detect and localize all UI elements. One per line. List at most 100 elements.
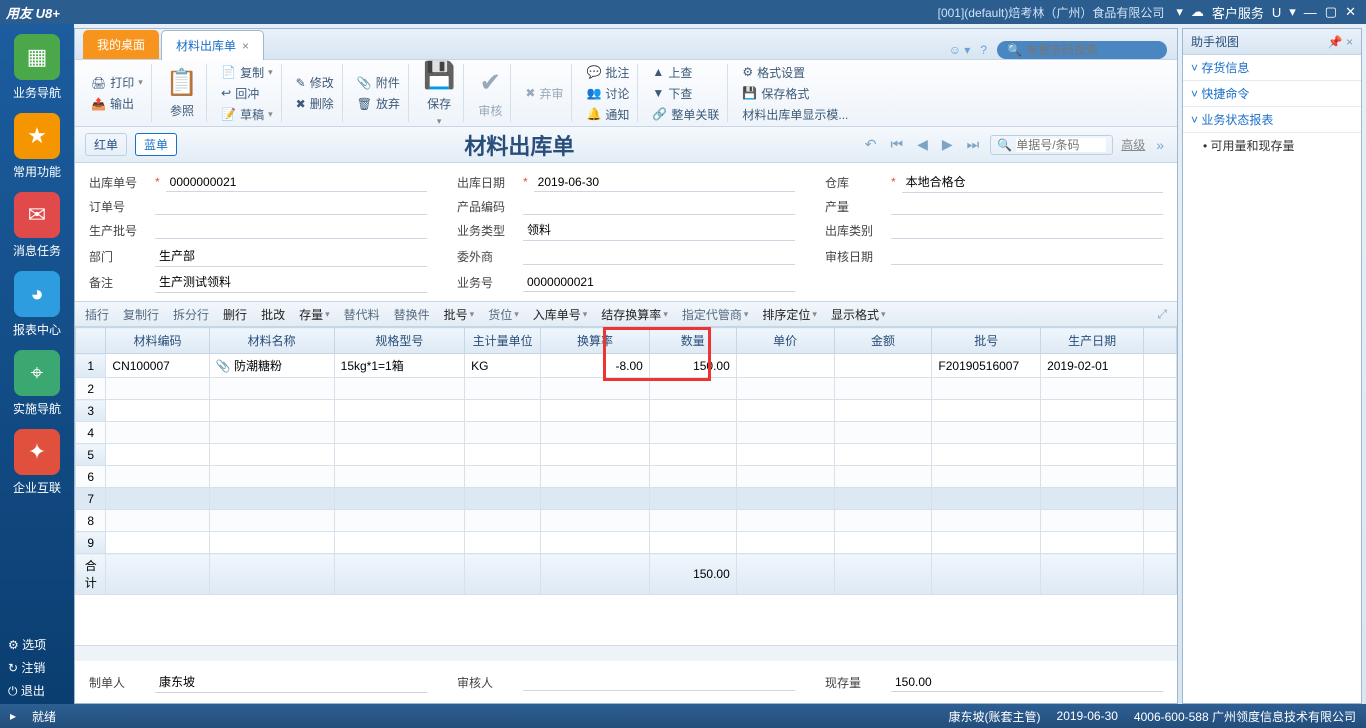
dropdown-icon[interactable]: ▾	[1289, 4, 1296, 20]
format-button[interactable]: 显示格式	[831, 306, 886, 323]
edit-button[interactable]: ✎ 修改	[294, 73, 336, 92]
panel-sec-report[interactable]: ˅ 业务状态报表	[1183, 107, 1361, 133]
blue-bill-tab[interactable]: 蓝单	[135, 133, 177, 156]
keeper-button[interactable]: 指定代管商	[682, 306, 749, 323]
panel-item-avail[interactable]: • 可用量和现存量	[1183, 133, 1361, 158]
col-extra[interactable]	[1144, 328, 1177, 354]
order-value[interactable]	[155, 197, 427, 215]
cell-price[interactable]	[736, 354, 834, 378]
insert-row-button[interactable]: 插行	[85, 306, 109, 323]
wh-value[interactable]: 本地合格仓	[902, 171, 1163, 193]
panel-sec-stock[interactable]: ˅ 存货信息	[1183, 55, 1361, 81]
horizontal-scrollbar[interactable]	[75, 645, 1177, 661]
discard-button[interactable]: 🗑 放弃	[355, 94, 402, 113]
date-value[interactable]: 2019-06-30	[534, 173, 795, 192]
expand-icon[interactable]: »	[1156, 137, 1164, 153]
nav-message-icon[interactable]: ✉	[14, 192, 60, 238]
traceup-button[interactable]: ▲ 上查	[650, 63, 721, 82]
loc-button[interactable]: 货位	[488, 306, 519, 323]
barcode-search[interactable]: 🔍	[997, 41, 1167, 59]
related-button[interactable]: 🔗 整单关联	[650, 105, 721, 124]
undo-icon[interactable]: ↶	[865, 136, 877, 153]
col-name[interactable]: 材料名称	[209, 328, 334, 354]
table-row[interactable]: 2	[76, 378, 1177, 400]
last-icon[interactable]: ⏭	[967, 136, 980, 153]
output-button[interactable]: 📤 输出	[89, 94, 145, 113]
options-link[interactable]: ⚙ 选项	[0, 633, 74, 656]
exit-link[interactable]: ⏻ 退出	[0, 679, 74, 702]
save-button[interactable]: 💾保存	[421, 59, 457, 128]
table-row[interactable]: 5	[76, 444, 1177, 466]
auditdate-value[interactable]	[891, 247, 1163, 265]
abandon-button[interactable]: ✖ 弃审	[523, 84, 565, 103]
maximize-button[interactable]: ▢	[1325, 4, 1337, 20]
print-button[interactable]: 🖨 打印	[89, 73, 145, 92]
dept-value[interactable]: 生产部	[155, 245, 427, 267]
col-code[interactable]: 材料编码	[106, 328, 209, 354]
cell-unit[interactable]: KG	[465, 354, 541, 378]
first-icon[interactable]: ⏮	[890, 136, 903, 153]
service-label[interactable]: 客户服务	[1212, 3, 1264, 22]
inbill-button[interactable]: 入库单号	[533, 306, 588, 323]
table-row[interactable]: 8	[76, 510, 1177, 532]
minimize-button[interactable]: —	[1304, 5, 1317, 20]
cell-qty[interactable]: 150.00	[649, 354, 736, 378]
doc-search-input[interactable]	[1016, 138, 1106, 152]
next-icon[interactable]: ▶	[942, 136, 953, 153]
tab-desktop[interactable]: 我的桌面	[83, 30, 159, 59]
cell-amt[interactable]	[834, 354, 932, 378]
lot-button[interactable]: 批号	[444, 306, 475, 323]
cell-rate[interactable]: -8.00	[541, 354, 650, 378]
remark-value[interactable]: 生产测试领料	[155, 271, 427, 293]
nav-connect-icon[interactable]: ✦	[14, 429, 60, 475]
outsrc-value[interactable]	[523, 247, 795, 265]
display-button[interactable]: 材料出库单显示模...	[740, 105, 850, 124]
audit-button[interactable]: ✔审核	[476, 66, 504, 120]
altmat-button[interactable]: 替代料	[344, 306, 380, 323]
draft-button[interactable]: 📝 草稿	[219, 105, 275, 124]
sort-button[interactable]: 排序定位	[762, 306, 817, 323]
col-unit[interactable]: 主计量单位	[465, 328, 541, 354]
delete-row-button[interactable]: 删行	[223, 306, 247, 323]
nav-business-icon[interactable]: ▦	[14, 34, 60, 80]
grid-expand-icon[interactable]: ⤢	[1157, 307, 1167, 322]
smiley-icon[interactable]: ☺ ▾	[949, 43, 971, 57]
copy-button[interactable]: 📄 复制	[219, 63, 275, 82]
tab-material-out[interactable]: 材料出库单×	[161, 30, 264, 60]
format-button[interactable]: ⚙ 格式设置	[740, 63, 850, 82]
pin-icon[interactable]: 📌 ×	[1328, 35, 1353, 49]
back-button[interactable]: ↩ 回冲	[219, 84, 275, 103]
help-icon[interactable]: ?	[980, 43, 987, 57]
panel-sec-cmd[interactable]: ˅ 快捷命令	[1183, 81, 1361, 107]
nav-common-icon[interactable]: ★	[14, 113, 60, 159]
u-menu[interactable]: U	[1272, 5, 1281, 20]
col-spec[interactable]: 规格型号	[334, 328, 464, 354]
batch-button[interactable]: 批改	[261, 306, 285, 323]
advanced-link[interactable]: 高级	[1121, 136, 1145, 153]
batch-value[interactable]	[155, 221, 427, 239]
maker-value[interactable]: 康东坡	[155, 671, 427, 693]
copy-row-button[interactable]: 复制行	[123, 306, 159, 323]
col-price[interactable]: 单价	[736, 328, 834, 354]
logout-link[interactable]: ↻ 注销	[0, 656, 74, 679]
col-qty[interactable]: 数量	[649, 328, 736, 354]
prodcode-value[interactable]	[523, 197, 795, 215]
biztype-value[interactable]: 领料	[523, 219, 795, 241]
stock-button[interactable]: 存量	[299, 306, 330, 323]
col-pdate[interactable]: 生产日期	[1041, 328, 1144, 354]
table-row[interactable]: 6	[76, 466, 1177, 488]
table-row[interactable]: 9	[76, 532, 1177, 554]
col-lot[interactable]: 批号	[932, 328, 1041, 354]
table-row[interactable]: 4	[76, 422, 1177, 444]
red-bill-tab[interactable]: 红单	[85, 133, 127, 156]
attach-button[interactable]: 📎 附件	[355, 73, 402, 92]
saveformat-button[interactable]: 💾 保存格式	[740, 84, 850, 103]
table-row[interactable]: 1 CN100007 📎 防潮糖粉 15kg*1=1箱 KG -8.00 150…	[76, 354, 1177, 378]
toggle-icon[interactable]: ▸	[10, 709, 16, 723]
cell-name[interactable]: 📎 防潮糖粉	[209, 354, 334, 378]
service-icon[interactable]: ☁	[1191, 4, 1204, 20]
bizno-value[interactable]: 0000000021	[523, 273, 795, 292]
altpart-button[interactable]: 替换件	[394, 306, 430, 323]
auditor-value[interactable]	[523, 673, 795, 691]
carryrate-button[interactable]: 结存换算率	[601, 306, 668, 323]
